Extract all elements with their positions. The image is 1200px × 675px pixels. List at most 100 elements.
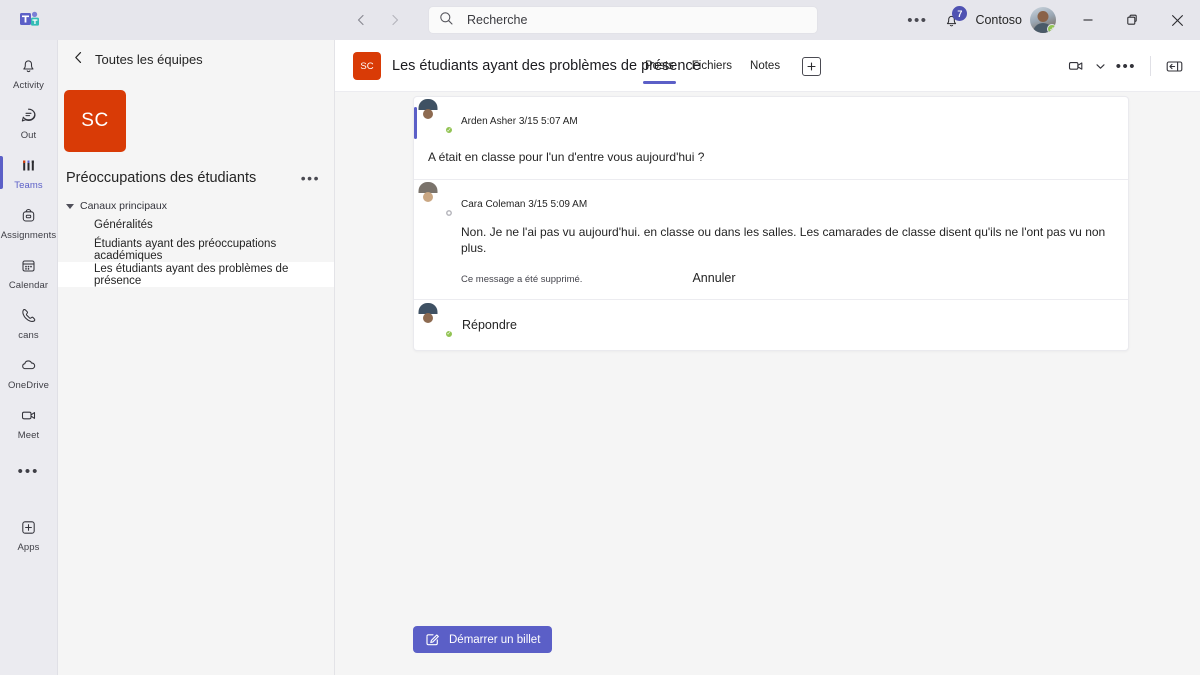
search-icon xyxy=(439,11,457,29)
sidebar-item-label: Assignments xyxy=(0,229,57,241)
start-ticket-button[interactable]: Démarrer un billet xyxy=(413,626,553,653)
bell-icon xyxy=(19,55,38,77)
chevron-down-icon[interactable] xyxy=(1095,61,1106,72)
tab-label: Notes xyxy=(750,60,781,72)
channel-item-presence[interactable]: Les étudiants ayant des problèmes de pré… xyxy=(58,262,334,287)
avatar xyxy=(428,313,454,339)
tab-label: Posts xyxy=(645,60,674,72)
all-teams-back[interactable]: Toutes les équipes xyxy=(58,40,334,78)
reply-box[interactable]: Répondre xyxy=(414,300,1128,350)
channel-item-academiques[interactable]: Étudiants ayant des préoccupations acadé… xyxy=(58,237,334,262)
channel-label: Les étudiants ayant des problèmes de pré… xyxy=(94,262,289,287)
sidebar-item-label: Teams xyxy=(14,179,43,191)
sidebar-item-apps[interactable]: Apps xyxy=(0,510,58,559)
back-button[interactable] xyxy=(348,7,374,33)
sidebar-item-teams[interactable]: Teams xyxy=(0,148,58,197)
app-rail: Activity Out Teams Assignments Calendar … xyxy=(0,40,58,675)
channel-item-generalites[interactable]: Généralités xyxy=(58,212,334,237)
chevron-left-icon xyxy=(72,51,85,67)
post-header: Arden Asher 3/15 5:07 AM xyxy=(428,109,1114,135)
chat-icon xyxy=(19,105,38,127)
settings-more-button[interactable]: ••• xyxy=(901,4,933,36)
titlebar-right-controls: ••• 7 Contoso xyxy=(901,0,1200,40)
tab-notes[interactable]: Notes xyxy=(750,40,780,92)
presence-indicator xyxy=(444,125,454,135)
tab-posts[interactable]: Posts xyxy=(643,40,676,92)
post-body: A était en classe pour l'un d'entre vous… xyxy=(428,150,705,164)
deleted-message-row: Ce message a été supprimé. Annuler xyxy=(461,271,1114,285)
tab-label: Fichiers xyxy=(691,60,733,72)
compose-icon xyxy=(425,632,440,647)
presence-indicator xyxy=(444,208,454,219)
channel-group-header[interactable]: Canaux principaux xyxy=(58,200,334,212)
close-icon[interactable] xyxy=(1154,0,1200,40)
channel-tabs: Posts Fichiers Notes xyxy=(643,40,822,92)
team-name-row: Préoccupations des étudiants ••• xyxy=(58,152,334,186)
presence-indicator xyxy=(1047,24,1056,33)
open-panel-icon[interactable] xyxy=(1165,57,1184,76)
avatar xyxy=(428,192,454,219)
post-body: Non. Je ne l'ai pas vu aujourd'hui. en c… xyxy=(461,225,1106,256)
sidebar-item-activity[interactable]: Activity xyxy=(0,48,58,97)
backpack-icon xyxy=(19,205,38,227)
search-input[interactable]: Recherche xyxy=(428,6,818,34)
notifications-button[interactable]: 7 xyxy=(933,4,969,36)
phone-icon xyxy=(19,305,38,327)
video-camera-icon xyxy=(19,405,38,427)
teams-panel: Toutes les équipes SC Préoccupations des… xyxy=(58,40,335,675)
video-camera-icon[interactable] xyxy=(1067,57,1085,75)
divider xyxy=(1150,56,1151,76)
tab-fichiers[interactable]: Fichiers xyxy=(692,40,732,92)
sidebar-item-label: Out xyxy=(20,129,37,141)
restore-icon[interactable] xyxy=(1110,0,1154,40)
calendar-icon xyxy=(19,255,38,277)
ellipsis-icon: ••• xyxy=(17,462,40,480)
plus-box-icon xyxy=(19,517,38,539)
channel-actions: ••• xyxy=(1067,40,1184,92)
channel-label: Généralités xyxy=(94,218,153,231)
avatar xyxy=(428,109,454,135)
post-root[interactable]: Arden Asher 3/15 5:07 AM A était en clas… xyxy=(414,97,1128,179)
sidebar-item-more[interactable]: ••• xyxy=(0,448,58,497)
sidebar-item-label: Calendar xyxy=(8,279,49,291)
all-teams-label: Toutes les équipes xyxy=(95,51,203,67)
cloud-icon xyxy=(19,355,38,377)
org-name: Contoso xyxy=(975,13,1022,27)
nav-buttons: Recherche xyxy=(348,6,818,34)
sidebar-item-label: Apps xyxy=(17,541,40,553)
sidebar-item-assignments[interactable]: Assignments xyxy=(0,198,58,247)
sidebar-item-label: Activity xyxy=(13,79,44,91)
sidebar-item-label: cans xyxy=(18,329,39,341)
post-meta: Arden Asher 3/15 5:07 AM xyxy=(461,115,578,127)
search-placeholder: Recherche xyxy=(467,13,528,27)
message-area: Arden Asher 3/15 5:07 AM A était en clas… xyxy=(335,92,1200,675)
team-avatar[interactable]: SC xyxy=(64,90,126,152)
channel-group-label: Canaux principaux xyxy=(80,200,167,212)
add-tab-button[interactable] xyxy=(802,56,822,76)
sidebar-item-calls[interactable]: cans xyxy=(0,298,58,347)
post-meta: Cara Coleman 3/15 5:09 AM xyxy=(461,198,588,210)
minimize-icon[interactable] xyxy=(1066,0,1110,40)
channel-team-avatar: SC xyxy=(353,52,381,80)
sidebar-item-chat[interactable]: Out xyxy=(0,98,58,147)
post-reply[interactable]: Cara Coleman 3/15 5:09 AM Non. Je ne l'a… xyxy=(414,180,1128,298)
sidebar-item-label: OneDrive xyxy=(8,379,49,391)
notification-badge: 7 xyxy=(952,6,968,21)
chevron-down-icon xyxy=(66,203,74,209)
teams-app-window: Recherche ••• 7 Contoso ✓ Activity Out T… xyxy=(0,0,1200,675)
start-ticket-label: Démarrer un billet xyxy=(449,633,541,646)
sidebar-item-label: Meet xyxy=(17,429,40,441)
sidebar-item-calendar[interactable]: Calendar xyxy=(0,248,58,297)
sidebar-item-onedrive[interactable]: OneDrive xyxy=(0,348,58,397)
team-more-button[interactable]: ••• xyxy=(301,170,320,186)
page-title: Préoccupations des étudiants xyxy=(66,170,257,186)
channel-header: SC Les étudiants ayant des problèmes de … xyxy=(335,40,1200,92)
title-bar: Recherche ••• 7 Contoso xyxy=(0,0,1200,40)
channel-more-button[interactable]: ••• xyxy=(1116,58,1136,75)
sidebar-item-meet[interactable]: Meet xyxy=(0,398,58,447)
reply-label: Répondre xyxy=(462,317,517,332)
undo-delete-button[interactable]: Annuler xyxy=(692,271,735,285)
forward-button[interactable] xyxy=(382,7,408,33)
avatar[interactable] xyxy=(1030,7,1056,33)
channel-label: Étudiants ayant des préoccupations acadé… xyxy=(94,237,277,262)
